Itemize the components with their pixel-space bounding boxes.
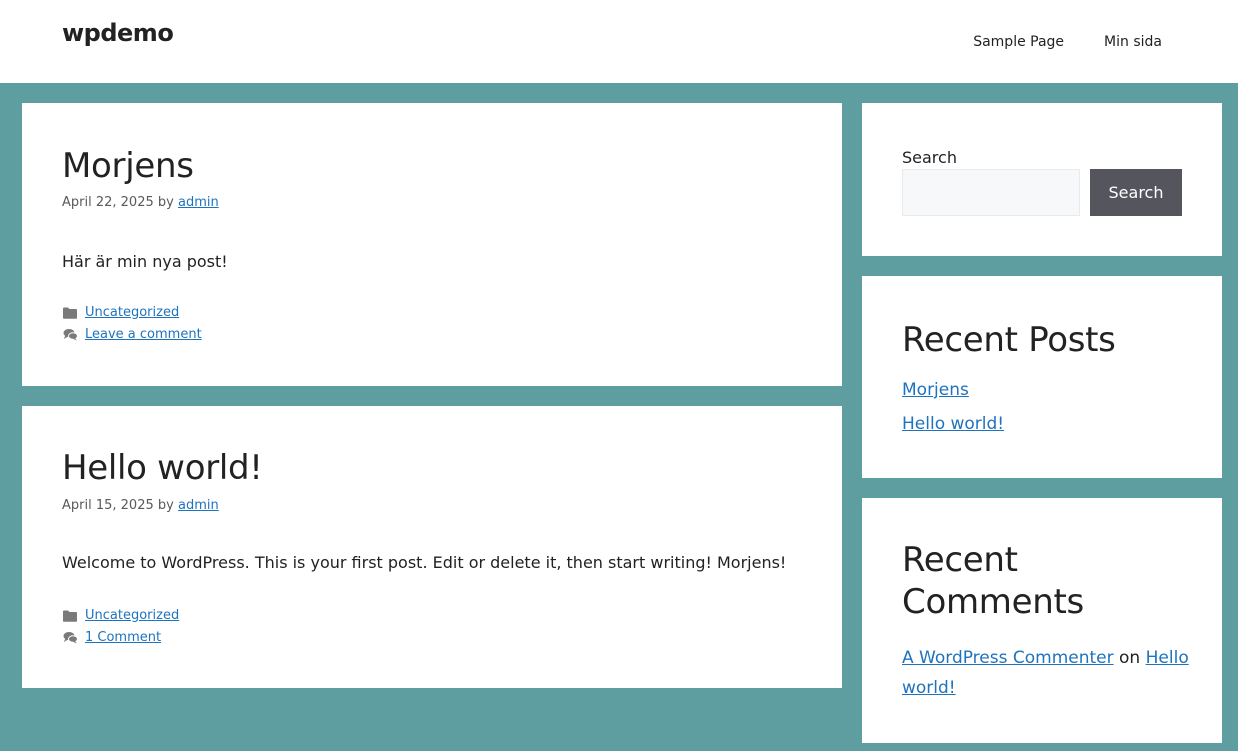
post-excerpt: Här är min nya post! (62, 252, 228, 271)
site-header: wpdemo Sample Page Min sida (0, 0, 1238, 83)
post-categories: Uncategorized (62, 305, 179, 320)
recent-post-link[interactable]: Morjens (902, 380, 969, 400)
post-excerpt: Welcome to WordPress. This is your first… (62, 553, 787, 572)
search-input[interactable] (902, 169, 1080, 216)
post-comments-link[interactable]: Leave a comment (85, 327, 202, 342)
post-title[interactable]: Hello world! (62, 448, 263, 488)
site-title-link[interactable]: wpdemo (62, 19, 174, 47)
search-label: Search (902, 148, 957, 167)
post-title[interactable]: Morjens (62, 146, 194, 186)
comment-on-label: on (1119, 648, 1141, 668)
main-navigation: Sample Page Min sida (953, 0, 1182, 83)
post-author-link[interactable]: admin (178, 195, 219, 210)
post-date[interactable]: April 22, 2025 (62, 195, 154, 210)
search-button[interactable]: Search (1090, 169, 1182, 216)
folder-icon (62, 306, 78, 320)
comments-icon (62, 328, 78, 342)
folder-icon (62, 609, 78, 623)
post-date[interactable]: April 15, 2025 (62, 498, 154, 513)
recent-posts-widget: Recent Posts Morjens Hello world! (862, 276, 1222, 478)
nav-item-min-sida[interactable]: Min sida (1084, 9, 1182, 75)
recent-comments-widget: Recent Comments A WordPress Commenter on… (862, 498, 1222, 743)
commenter-link[interactable]: A WordPress Commenter (902, 648, 1114, 668)
recent-post-link[interactable]: Hello world! (902, 414, 1004, 434)
post-card: Hello world! April 15, 2025 by admin Wel… (22, 406, 842, 688)
post-categories: Uncategorized (62, 608, 179, 623)
post-comments: 1 Comment (62, 630, 161, 645)
post-card: Morjens April 22, 2025 by admin Här är m… (22, 103, 842, 386)
nav-item-sample-page[interactable]: Sample Page (953, 9, 1084, 75)
post-comments-link[interactable]: 1 Comment (85, 630, 161, 645)
post-comments: Leave a comment (62, 327, 202, 342)
post-category-link[interactable]: Uncategorized (85, 305, 179, 320)
search-widget: Search Search (862, 103, 1222, 256)
recent-posts-title: Recent Posts (902, 320, 1116, 360)
recent-comment-item: A WordPress Commenter on Hello world! (902, 643, 1192, 703)
post-meta: April 15, 2025 by admin (62, 498, 219, 513)
post-category-link[interactable]: Uncategorized (85, 608, 179, 623)
recent-comments-title: Recent Comments (902, 540, 1084, 622)
comments-icon (62, 631, 78, 645)
post-meta: April 22, 2025 by admin (62, 195, 219, 210)
post-by-label: by (157, 498, 174, 513)
post-by-label: by (157, 195, 174, 210)
post-author-link[interactable]: admin (178, 498, 219, 513)
